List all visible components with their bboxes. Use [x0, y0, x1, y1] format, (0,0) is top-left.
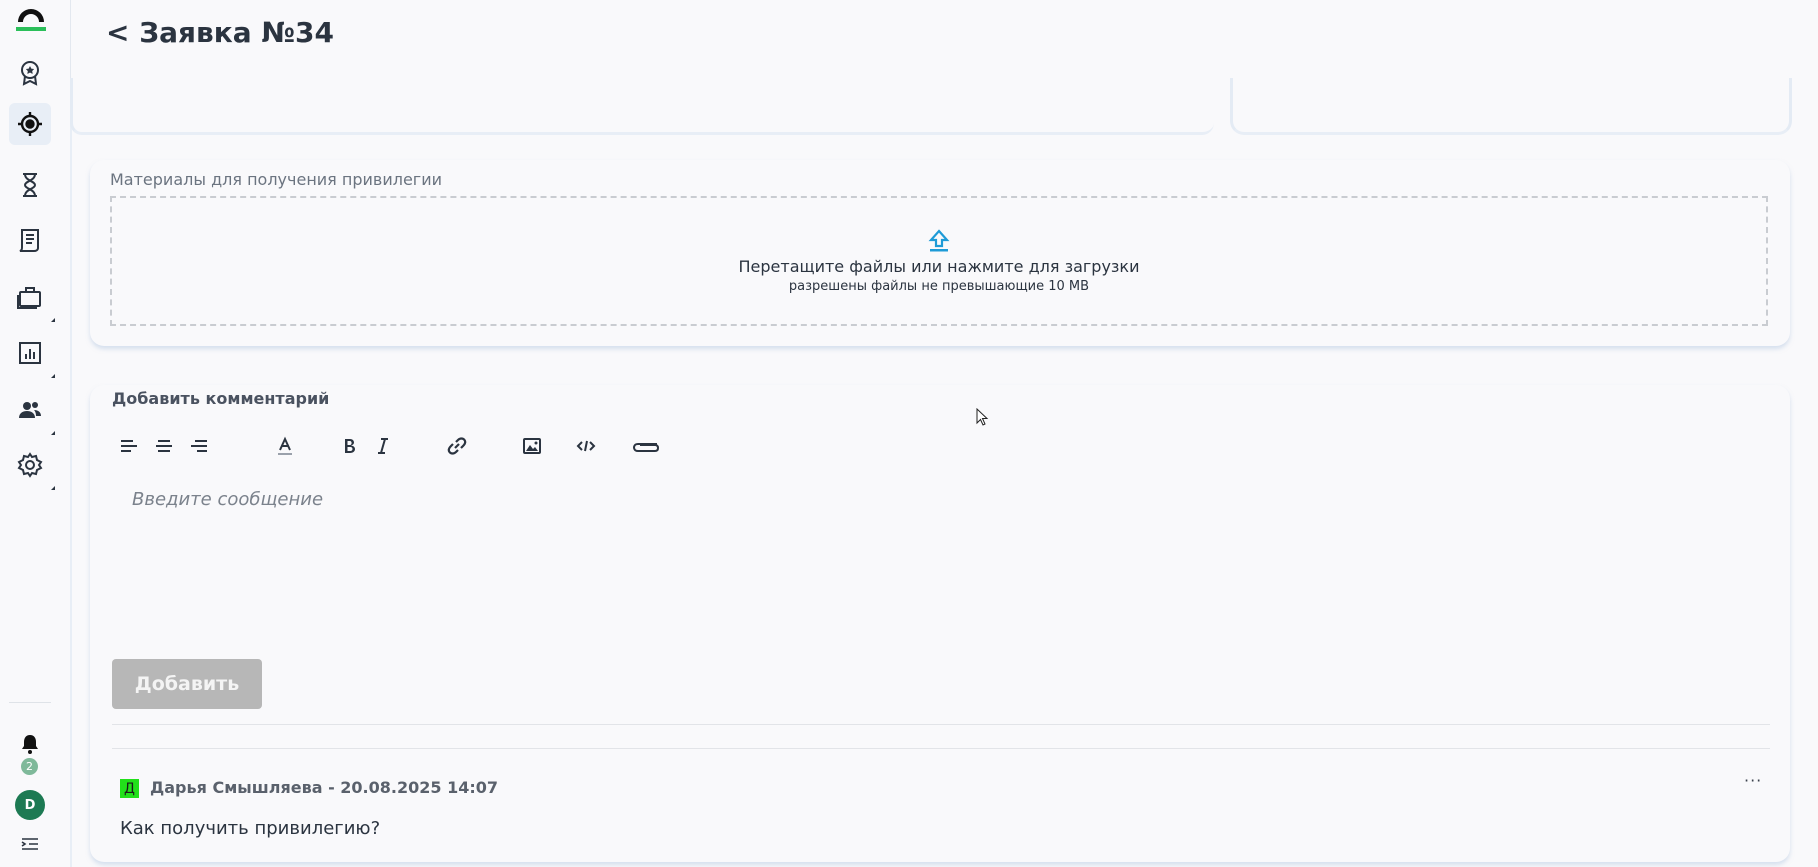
- file-dropzone[interactable]: Перетащите файлы или нажмите для загрузк…: [110, 196, 1768, 326]
- notification-count-badge: 2: [21, 758, 38, 775]
- users-icon: [19, 402, 41, 418]
- avatar[interactable]: D: [15, 790, 45, 820]
- align-left-icon: [121, 440, 137, 452]
- comment-author-avatar: Д: [120, 779, 139, 798]
- submenu-indicator: [51, 374, 55, 378]
- code-icon: [576, 440, 596, 452]
- align-right-icon: [191, 440, 207, 452]
- link-icon: [447, 437, 467, 455]
- info-card-left: [70, 78, 1214, 135]
- divider: [112, 748, 1770, 749]
- comment-text: Как получить привилегию?: [120, 818, 381, 839]
- logo-icon[interactable]: [15, 5, 47, 33]
- bell-icon[interactable]: [19, 733, 41, 755]
- submenu-indicator: [51, 318, 55, 322]
- comments-title: Добавить комментарий: [112, 389, 330, 408]
- attach-icon: [632, 443, 660, 452]
- sidebar-item-reports[interactable]: [9, 332, 55, 378]
- sidebar-item-documents[interactable]: [9, 219, 51, 261]
- comment-author-line: Дарья Смышляева - 20.08.2025 14:07: [150, 778, 499, 797]
- dropzone-title: Перетащите файлы или нажмите для загрузк…: [738, 256, 1140, 276]
- comment-input[interactable]: Введите сообщение: [132, 489, 323, 510]
- gear-icon: [17, 452, 43, 478]
- sidebar-item-award[interactable]: [9, 52, 51, 94]
- sidebar: 2 D: [0, 0, 71, 867]
- content-rail: [70, 78, 72, 867]
- align-center-button[interactable]: [153, 435, 175, 457]
- materials-card: Материалы для получения привилегии Перет…: [90, 160, 1790, 346]
- code-button[interactable]: [575, 435, 597, 457]
- text-color-button[interactable]: [274, 435, 296, 457]
- award-icon: [21, 61, 39, 86]
- image-button[interactable]: [521, 435, 543, 457]
- italic-button[interactable]: [372, 435, 394, 457]
- sidebar-item-history[interactable]: [9, 164, 51, 206]
- document-icon: [19, 229, 39, 252]
- page-title[interactable]: < Заявка №34: [106, 16, 334, 49]
- submenu-indicator: [51, 431, 55, 435]
- image-icon: [523, 438, 541, 454]
- mouse-cursor-icon: [976, 408, 989, 426]
- dropzone-hint: разрешены файлы не превышающие 10 MB: [788, 278, 1090, 294]
- bold-icon: [345, 439, 355, 453]
- comments-card: Добавить комментарий Введите сообщение Д…: [90, 385, 1790, 862]
- italic-icon: [378, 438, 388, 454]
- divider: [112, 724, 1770, 725]
- collapse-sidebar-icon[interactable]: [21, 837, 39, 851]
- info-card-right: [1230, 78, 1792, 135]
- materials-label: Материалы для получения привилегии: [110, 170, 443, 189]
- upload-icon: [928, 228, 950, 251]
- chart-icon: [19, 342, 41, 364]
- sidebar-item-users[interactable]: [9, 389, 55, 435]
- sidebar-item-target[interactable]: [9, 103, 51, 145]
- sidebar-item-settings[interactable]: [9, 444, 55, 490]
- add-comment-button[interactable]: Добавить: [112, 659, 262, 709]
- text-color-icon: [278, 436, 292, 455]
- sidebar-item-portfolio[interactable]: [9, 276, 55, 322]
- bold-button[interactable]: [338, 435, 360, 457]
- sidebar-divider: [9, 702, 51, 703]
- align-left-button[interactable]: [118, 435, 140, 457]
- comment-more-button[interactable]: ···: [1744, 771, 1762, 790]
- align-center-icon: [156, 440, 172, 452]
- briefcase-icon: [17, 287, 41, 309]
- target-icon: [18, 112, 42, 136]
- submenu-indicator: [51, 486, 55, 490]
- align-right-button[interactable]: [188, 435, 210, 457]
- attach-button[interactable]: [630, 435, 662, 457]
- link-button[interactable]: [446, 435, 468, 457]
- hourglass-icon: [23, 173, 37, 197]
